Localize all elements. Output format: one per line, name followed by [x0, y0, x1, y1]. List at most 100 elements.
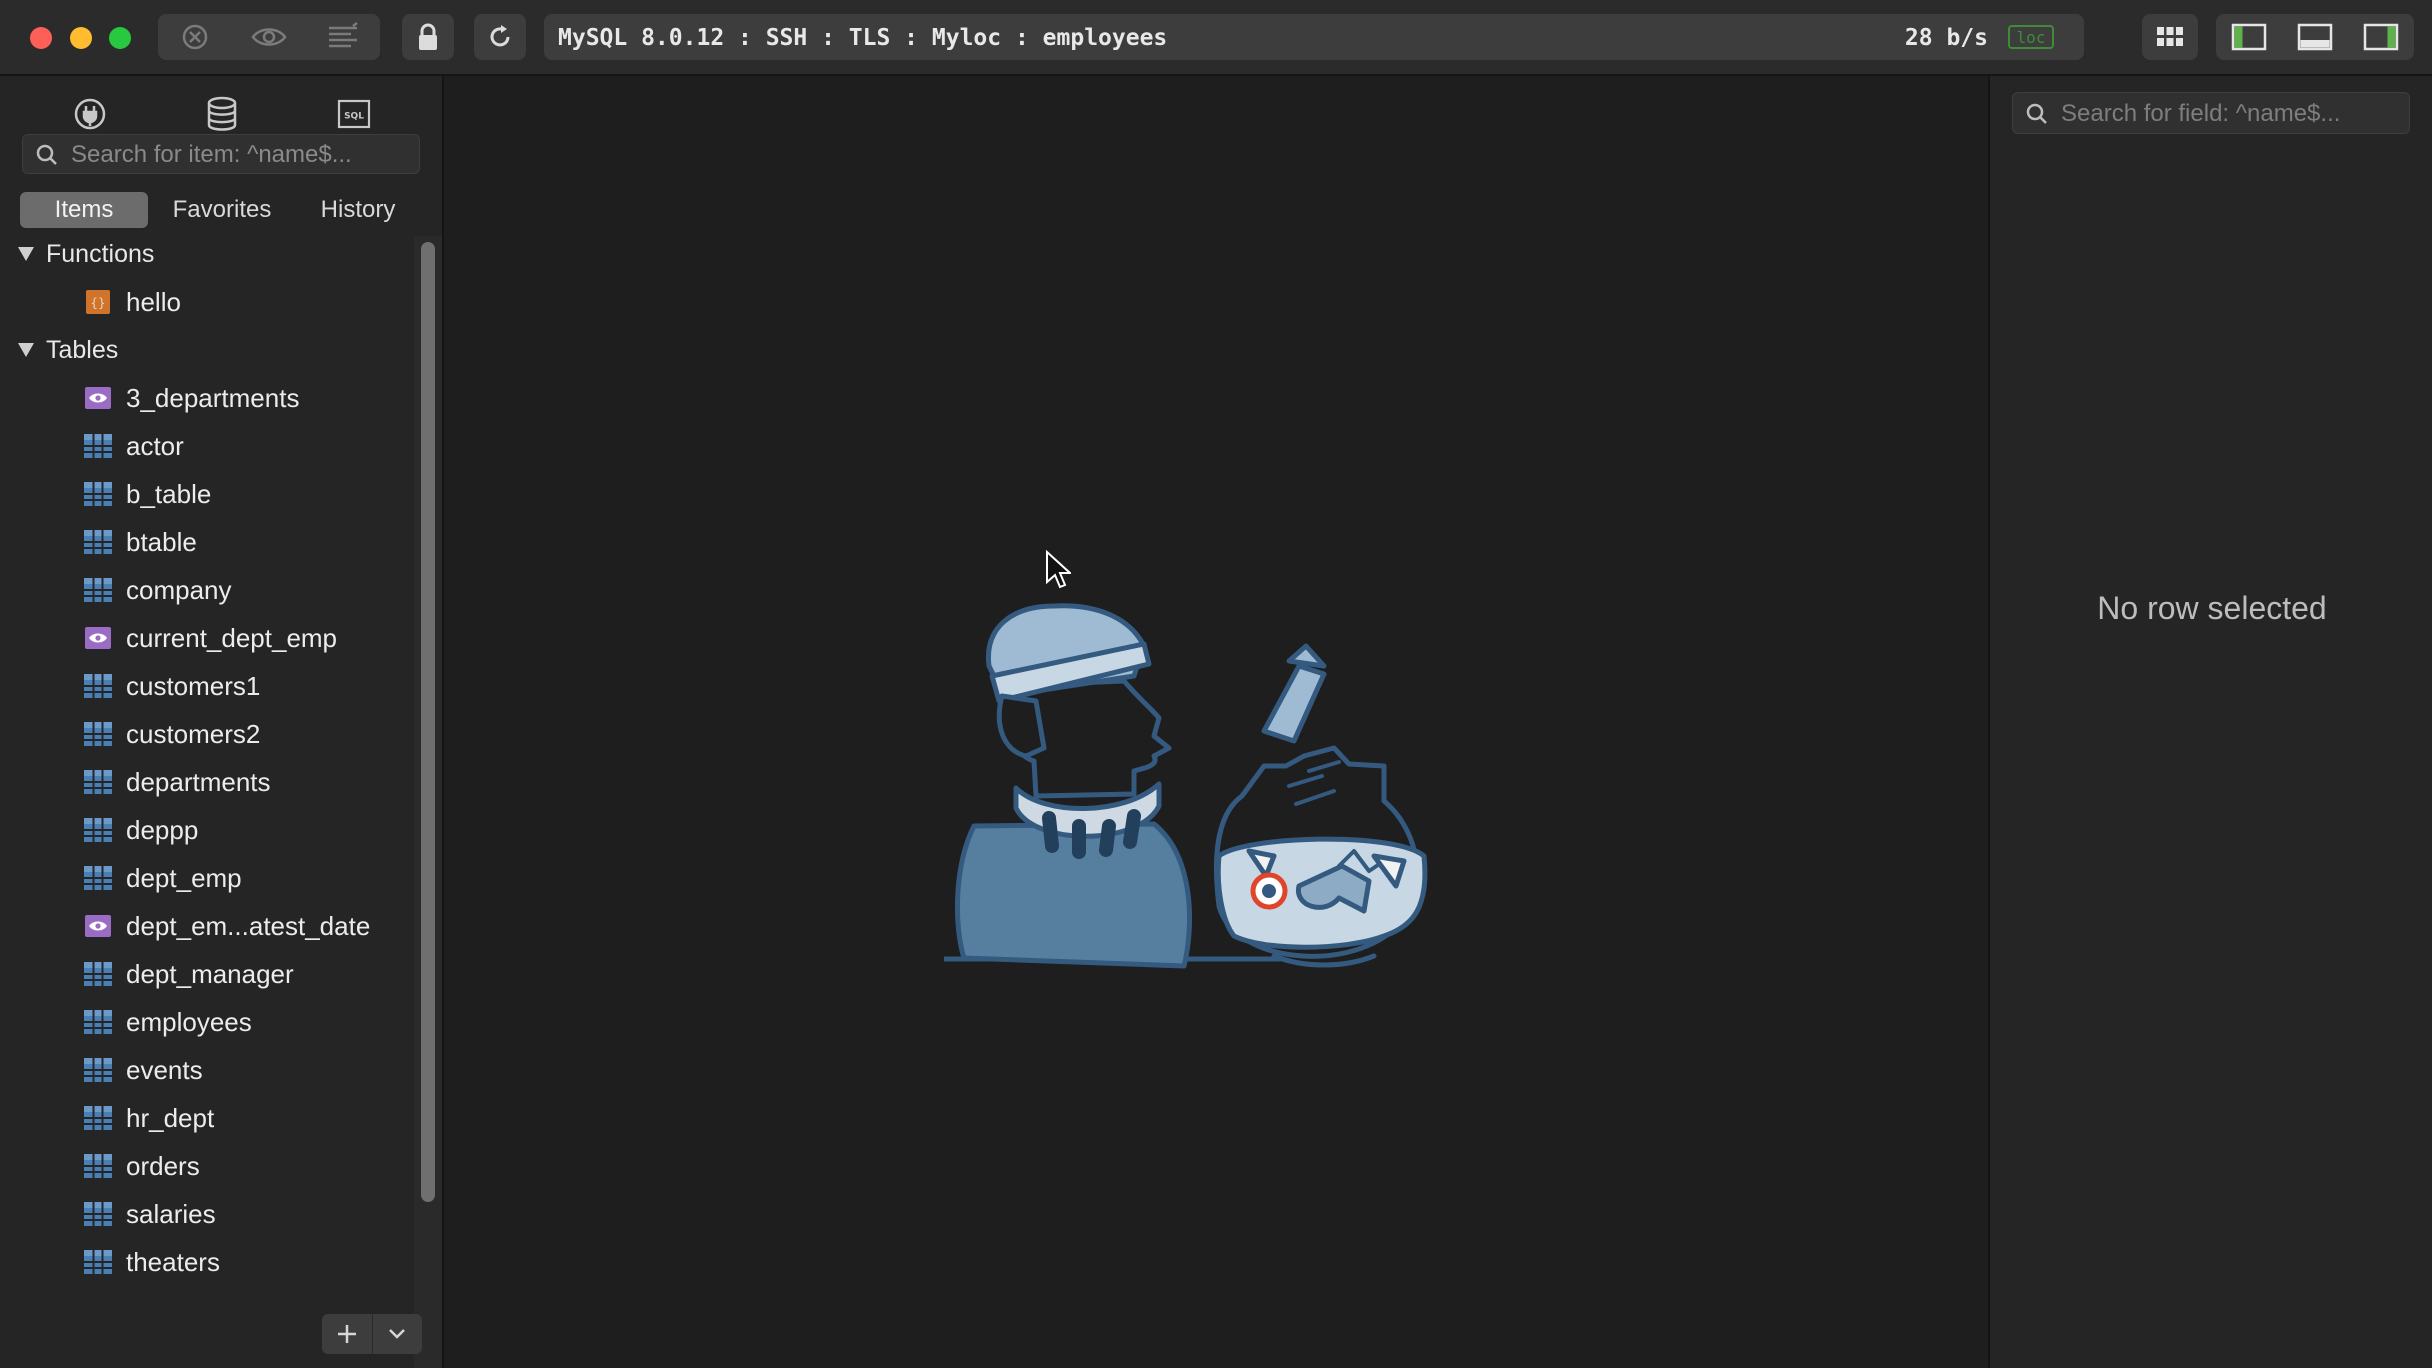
view-icon [84, 913, 112, 939]
tree-item-label: hr_dept [126, 1102, 215, 1133]
tree-item[interactable]: employees [84, 1002, 252, 1042]
stop-button[interactable] [158, 14, 232, 60]
tree-item[interactable]: dept_emp [84, 858, 242, 898]
reload-button[interactable] [474, 14, 526, 60]
tree-item-label: hello [126, 286, 181, 317]
sql-tab[interactable]: SQL [334, 94, 374, 134]
tree-item-label: dept_em...atest_date [126, 910, 371, 941]
mouse-pointer-icon [1046, 550, 1071, 589]
database-icon [207, 96, 237, 131]
tree-item[interactable]: 3_departments [84, 378, 299, 418]
field-search-box [2012, 92, 2410, 135]
lock-icon [419, 23, 437, 50]
preview-button[interactable] [232, 14, 306, 60]
table-icon [84, 865, 112, 891]
tree-item[interactable]: events [84, 1050, 203, 1090]
tree-item-label: b_table [126, 478, 212, 509]
tree-item[interactable]: departments [84, 762, 271, 802]
tree-item[interactable]: {} hello [84, 282, 181, 322]
network-speed: 28 b/s [1904, 25, 1988, 51]
table-icon [84, 1249, 112, 1275]
add-item-button[interactable] [322, 1314, 372, 1354]
lock-button[interactable] [402, 14, 454, 60]
view-icon [84, 625, 112, 651]
segment-items[interactable]: Items [20, 192, 148, 228]
title-bar: MySQL 8.0.12 : SSH : TLS : Myloc : emplo… [0, 0, 2432, 76]
tree-item-label: orders [126, 1150, 200, 1181]
tree-item-label: company [126, 574, 232, 605]
tree-item-label: btable [126, 526, 197, 557]
tree-item[interactable]: customers2 [84, 714, 260, 754]
eye-icon [251, 28, 287, 46]
connection-status-bar[interactable]: MySQL 8.0.12 : SSH : TLS : Myloc : emplo… [544, 14, 2084, 60]
refresh-icon [490, 25, 510, 47]
toggle-right-panel-button[interactable] [2348, 14, 2414, 60]
tree-item[interactable]: b_table [84, 474, 211, 514]
field-search-input[interactable] [2059, 93, 2403, 135]
left-panel-icon [2231, 23, 2267, 51]
tree-item[interactable]: theaters [84, 1242, 220, 1282]
window-zoom-button[interactable] [109, 27, 131, 49]
toggle-bottom-panel-button[interactable] [2282, 14, 2348, 60]
tree-item-label: customers2 [126, 718, 261, 749]
tree-item[interactable]: orders [84, 1146, 200, 1186]
svg-text:SQL: SQL [344, 112, 364, 122]
search-icon [2026, 103, 2047, 124]
disclosure-triangle-icon[interactable] [18, 343, 34, 357]
database-tab[interactable] [202, 94, 242, 134]
close-circle-icon [182, 24, 208, 50]
item-search-box [22, 134, 420, 175]
table-icon [84, 1201, 112, 1227]
commit-button[interactable] [306, 14, 380, 60]
item-search-input[interactable] [69, 135, 413, 175]
tree-item[interactable]: dept_manager [84, 954, 294, 994]
details-panel: No row selected [1988, 76, 2432, 1368]
empty-state-illustration [944, 603, 1428, 969]
tree-item[interactable]: hr_dept [84, 1098, 214, 1138]
tree-item-label: deppp [126, 814, 199, 845]
tree-group-tables[interactable]: Tables [0, 330, 118, 370]
toolbar-action-group [158, 14, 380, 60]
right-panel-icon [2363, 23, 2399, 51]
table-icon [84, 961, 112, 987]
tree-item[interactable]: customers1 [84, 666, 260, 706]
chevron-down-icon [389, 1329, 406, 1339]
sidebar-scrollbar-thumb[interactable] [421, 242, 435, 1202]
tree-item-label: salaries [126, 1198, 216, 1229]
connection-tab[interactable] [70, 94, 110, 134]
segment-history[interactable]: History [296, 192, 420, 228]
tree-item-label: theaters [126, 1246, 220, 1277]
tree-item[interactable]: btable [84, 522, 197, 562]
tree-item[interactable]: company [84, 570, 232, 610]
disclosure-triangle-icon[interactable] [18, 247, 34, 261]
tree-group-label: Tables [46, 335, 119, 364]
toggle-left-panel-button[interactable] [2216, 14, 2282, 60]
tree-item[interactable]: dept_em...atest_date [84, 906, 370, 946]
tree-item-label: dept_manager [126, 958, 294, 989]
add-item-menu-button[interactable] [372, 1314, 422, 1354]
search-icon [36, 144, 57, 165]
bottom-panel-icon [2297, 23, 2333, 51]
tree-item[interactable]: salaries [84, 1194, 216, 1234]
table-icon [84, 1057, 112, 1083]
empty-state-text: No row selected [2097, 590, 2327, 626]
segment-favorites[interactable]: Favorites [160, 192, 284, 228]
window-close-button[interactable] [30, 27, 52, 49]
table-icon [84, 529, 112, 555]
tree-item-label: 3_departments [126, 382, 300, 413]
table-icon [84, 1153, 112, 1179]
table-icon [84, 577, 112, 603]
tree-item[interactable]: actor [84, 426, 184, 466]
item-tree: Functions {} hello Tables 3_departments actor… [0, 234, 414, 1284]
tree-item[interactable]: current_dept_emp [84, 618, 337, 658]
tree-group-functions[interactable]: Functions [0, 234, 154, 274]
sidebar-mode-icons: SQL [0, 86, 442, 134]
tree-item-label: employees [126, 1006, 252, 1037]
function-icon: {} [84, 289, 112, 315]
workspace-button[interactable] [2142, 14, 2198, 60]
tree-item[interactable]: deppp [84, 810, 198, 850]
window-minimize-button[interactable] [70, 27, 92, 49]
table-icon [84, 817, 112, 843]
table-icon [84, 673, 112, 699]
plug-icon [74, 98, 106, 130]
